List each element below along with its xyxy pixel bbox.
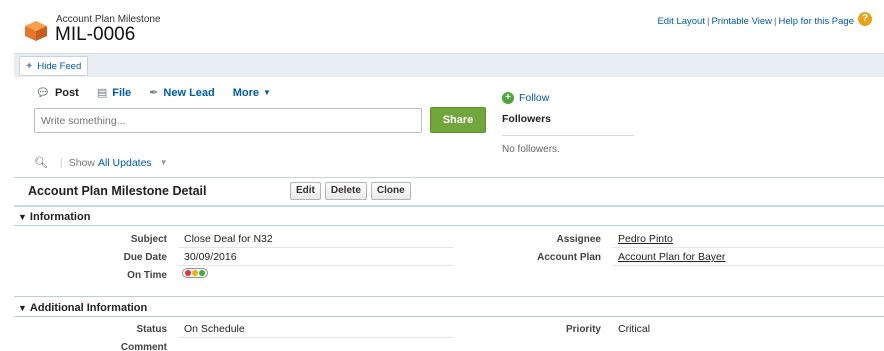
printable-view-link[interactable]: Printable View (711, 16, 772, 27)
hide-feed-label: Hide Feed (37, 60, 82, 72)
tab-file-label: File (112, 86, 132, 99)
edit-layout-link[interactable]: Edit Layout (657, 16, 705, 27)
divider (612, 265, 884, 266)
help-link[interactable]: Help for this Page (778, 16, 854, 27)
section-title: Additional Information (29, 302, 148, 314)
tab-new-lead[interactable]: ✒ New Lead (149, 86, 215, 100)
assignee-label: Assignee (556, 234, 601, 245)
section-header-additional[interactable]: ▼ Additional Information (18, 302, 147, 314)
divider (178, 337, 454, 338)
tab-more[interactable]: More ▼ (233, 87, 271, 99)
subject-value: Close Deal for N32 (184, 233, 273, 245)
comment-label: Comment (120, 342, 167, 351)
due-date-label: Due Date (123, 252, 167, 263)
section-title: Information (29, 211, 91, 223)
pin-icon: ✒ (149, 87, 159, 99)
chevron-down-icon[interactable]: ▼ (160, 158, 168, 167)
page-title: MIL-0006 (55, 24, 136, 45)
search-icon[interactable]: 🔍︎ (34, 156, 48, 169)
clone-button[interactable]: Clone (370, 182, 411, 200)
file-icon: ▤ (96, 87, 108, 99)
collapse-triangle-icon: ▼ (18, 212, 27, 222)
caret-down-icon: ▼ (263, 88, 271, 97)
divider (178, 265, 454, 266)
detail-title: Account Plan Milestone Detail (28, 184, 207, 198)
feed-filter-row: 🔍︎ | Show All Updates ▼ (34, 156, 168, 170)
account-plan-label: Account Plan (537, 252, 601, 263)
traffic-light-icon (182, 268, 208, 278)
share-button[interactable]: Share (430, 107, 486, 133)
help-icon[interactable]: ? (858, 12, 872, 26)
tab-post[interactable]: 💬︎ Post (36, 86, 79, 100)
follow-button[interactable]: + Follow (502, 92, 636, 104)
pulse-icon: ✦ (25, 60, 34, 72)
divider (178, 247, 454, 248)
plus-icon: + (502, 92, 514, 104)
priority-label: Priority (565, 324, 601, 335)
status-label: Status (136, 324, 167, 335)
chatter-feed: 💬︎ Post ▤ File ✒ New Lead More ▼ Share 🔍… (14, 77, 884, 177)
delete-button[interactable]: Delete (324, 182, 367, 200)
green-light (199, 270, 206, 276)
hide-feed-button[interactable]: ✦ Hide Feed (19, 56, 89, 76)
top-links: Edit Layout | Printable View | Help for this… (657, 16, 854, 27)
detail-buttons: Edit Delete Clone (290, 182, 411, 200)
crate-icon (25, 21, 47, 41)
page-header: Account Plan Milestone MIL-0006 Edit Lay… (0, 0, 884, 52)
feed-filter-dropdown[interactable]: All Updates (98, 157, 152, 169)
divider (14, 296, 884, 297)
status-value: On Schedule (184, 323, 245, 335)
divider (502, 135, 634, 136)
collapse-triangle-icon: ▼ (18, 303, 27, 313)
account-plan-link[interactable]: Account Plan for Bayer (618, 251, 725, 263)
feed-toggle-bar: ✦ Hide Feed (14, 53, 884, 77)
divider (612, 247, 884, 248)
red-light (184, 270, 191, 276)
due-date-value: 30/09/2016 (184, 251, 237, 263)
subject-label: Subject (130, 234, 167, 245)
followers-title: Followers (502, 113, 552, 125)
divider (14, 316, 884, 317)
tab-more-label: More (232, 86, 260, 99)
amber-light (191, 270, 198, 276)
priority-value: Critical (618, 323, 651, 335)
chat-bubble-icon: 💬︎ (36, 87, 50, 99)
followers-panel: + Follow Followers No followers. (502, 92, 636, 155)
follow-label: Follow (519, 92, 550, 104)
tab-post-label: Post (54, 86, 79, 99)
edit-button[interactable]: Edit (290, 182, 321, 200)
detail-panel: Account Plan Milestone Detail Edit Delet… (14, 177, 884, 351)
assignee-link[interactable]: Pedro Pinto (618, 233, 673, 245)
post-input[interactable] (34, 108, 422, 133)
section-header-information[interactable]: ▼ Information (18, 211, 90, 223)
tab-new-lead-label: New Lead (163, 86, 215, 99)
divider (14, 225, 884, 226)
on-time-label: On Time (127, 270, 167, 281)
show-label: Show (68, 156, 95, 169)
tab-file[interactable]: ▤ File (96, 86, 132, 100)
divider (14, 205, 884, 207)
no-followers-text: No followers. (502, 144, 560, 155)
publisher-tabs: 💬︎ Post ▤ File ✒ New Lead More ▼ (36, 86, 289, 100)
